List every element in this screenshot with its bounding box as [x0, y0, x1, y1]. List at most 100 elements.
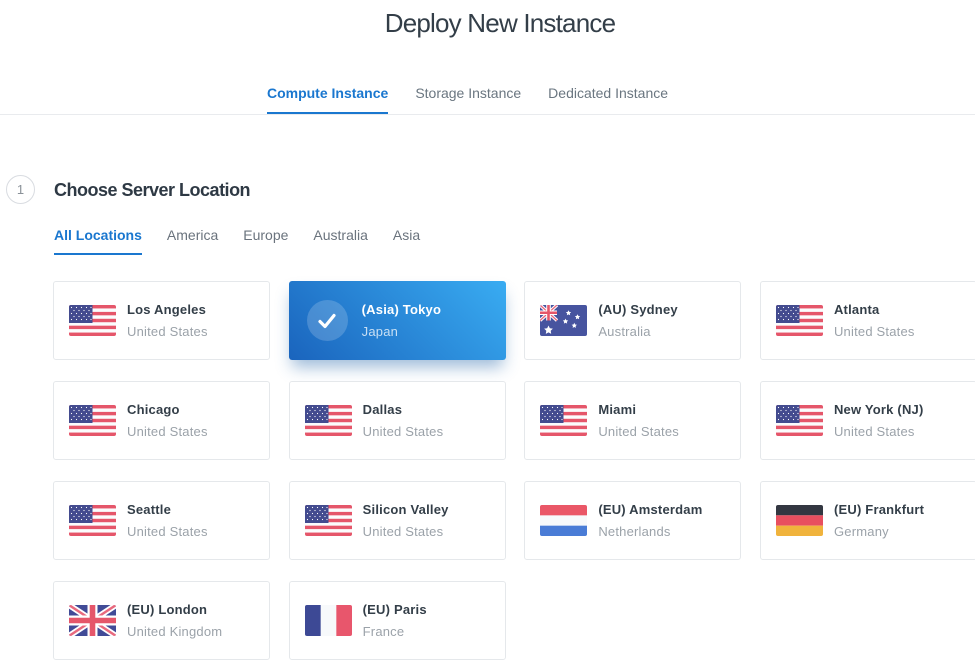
location-country: United States	[598, 424, 679, 440]
location-tab-asia[interactable]: Asia	[393, 228, 420, 255]
location-icon-slot	[69, 305, 116, 336]
location-text: Los Angeles United States	[127, 302, 208, 340]
location-card-dallas[interactable]: Dallas United States	[289, 381, 506, 460]
location-text: Chicago United States	[127, 402, 208, 440]
location-city: (EU) Frankfurt	[834, 502, 924, 518]
server-location-grid: Los Angeles United States (Asia) Tokyo J…	[53, 281, 975, 660]
tabs-divider	[0, 114, 975, 115]
location-country: United States	[127, 424, 208, 440]
location-tab-australia[interactable]: Australia	[313, 228, 367, 255]
location-icon-slot	[540, 405, 587, 436]
location-city: Chicago	[127, 402, 208, 418]
location-city: Los Angeles	[127, 302, 208, 318]
location-text: Dallas United States	[363, 402, 444, 440]
location-country: United States	[834, 424, 924, 440]
location-text: (AU) Sydney Australia	[598, 302, 678, 340]
flag-us-icon	[776, 405, 823, 436]
deploy-new-instance-page: Deploy New Instance Compute Instance Stor…	[0, 0, 975, 669]
location-icon-slot	[540, 305, 587, 336]
location-card-silicon-valley[interactable]: Silicon Valley United States	[289, 481, 506, 560]
location-card-seattle[interactable]: Seattle United States	[53, 481, 270, 560]
flag-au-icon	[540, 305, 587, 336]
location-card-los-angeles[interactable]: Los Angeles United States	[53, 281, 270, 360]
step-title: Choose Server Location	[54, 181, 250, 200]
location-country: United States	[363, 524, 449, 540]
location-tab-america[interactable]: America	[167, 228, 218, 255]
instance-type-tabs: Compute Instance Storage Instance Dedicate…	[0, 86, 955, 114]
checkmark-icon	[315, 309, 339, 333]
location-city: Atlanta	[834, 302, 915, 318]
tab-compute-instance[interactable]: Compute Instance	[267, 86, 388, 114]
location-city: (AU) Sydney	[598, 302, 678, 318]
location-country: United States	[834, 324, 915, 340]
location-icon-slot	[540, 505, 587, 536]
flag-us-icon	[776, 305, 823, 336]
location-text: (EU) London United Kingdom	[127, 602, 222, 640]
location-card-chicago[interactable]: Chicago United States	[53, 381, 270, 460]
flag-us-icon	[69, 405, 116, 436]
location-icon-slot	[305, 405, 352, 436]
location-text: (EU) Paris France	[363, 602, 427, 640]
location-country: United States	[363, 424, 444, 440]
location-card-asia-tokyo[interactable]: (Asia) Tokyo Japan	[289, 281, 506, 360]
location-city: (EU) Amsterdam	[598, 502, 702, 518]
location-tab-all-locations[interactable]: All Locations	[54, 228, 142, 255]
location-icon-slot	[69, 505, 116, 536]
flag-nl-icon	[540, 505, 587, 536]
flag-us-icon	[69, 305, 116, 336]
location-country: United States	[127, 324, 208, 340]
tab-storage-instance[interactable]: Storage Instance	[415, 86, 521, 114]
flag-de-icon	[776, 505, 823, 536]
location-country: United Kingdom	[127, 624, 222, 640]
location-city: (EU) London	[127, 602, 222, 618]
flag-gb-icon	[69, 605, 116, 636]
location-city: Dallas	[363, 402, 444, 418]
location-text: Seattle United States	[127, 502, 208, 540]
location-text: (EU) Amsterdam Netherlands	[598, 502, 702, 540]
flag-us-icon	[540, 405, 587, 436]
location-text: Miami United States	[598, 402, 679, 440]
location-icon-slot	[69, 405, 116, 436]
location-country: France	[363, 624, 427, 640]
location-icon-slot	[305, 605, 352, 636]
location-icon-slot	[776, 305, 823, 336]
location-city: Miami	[598, 402, 679, 418]
location-card-eu-frankfurt[interactable]: (EU) Frankfurt Germany	[760, 481, 975, 560]
selected-check-circle	[307, 300, 348, 341]
location-city: (EU) Paris	[363, 602, 427, 618]
location-icon-slot	[305, 505, 352, 536]
location-card-eu-london[interactable]: (EU) London United Kingdom	[53, 581, 270, 660]
location-text: (Asia) Tokyo Japan	[362, 302, 441, 340]
page-title: Deploy New Instance	[25, 8, 975, 39]
flag-us-icon	[305, 405, 352, 436]
location-text: New York (NJ) United States	[834, 402, 924, 440]
step-number-badge: 1	[6, 175, 35, 204]
location-text: Silicon Valley United States	[363, 502, 449, 540]
location-tab-europe[interactable]: Europe	[243, 228, 288, 255]
location-text: Atlanta United States	[834, 302, 915, 340]
location-icon-slot	[304, 300, 351, 341]
location-card-new-york-nj[interactable]: New York (NJ) United States	[760, 381, 975, 460]
location-card-eu-paris[interactable]: (EU) Paris France	[289, 581, 506, 660]
flag-us-icon	[69, 505, 116, 536]
tab-dedicated-instance[interactable]: Dedicated Instance	[548, 86, 668, 114]
location-card-atlanta[interactable]: Atlanta United States	[760, 281, 975, 360]
location-country: Germany	[834, 524, 924, 540]
location-city: Seattle	[127, 502, 208, 518]
location-city: (Asia) Tokyo	[362, 302, 441, 318]
location-city: New York (NJ)	[834, 402, 924, 418]
flag-fr-icon	[305, 605, 352, 636]
location-icon-slot	[69, 605, 116, 636]
location-country: Australia	[598, 324, 678, 340]
location-country: Japan	[362, 324, 441, 340]
location-city: Silicon Valley	[363, 502, 449, 518]
flag-us-icon	[305, 505, 352, 536]
location-card-miami[interactable]: Miami United States	[524, 381, 741, 460]
location-country: United States	[127, 524, 208, 540]
location-icon-slot	[776, 505, 823, 536]
location-card-eu-amsterdam[interactable]: (EU) Amsterdam Netherlands	[524, 481, 741, 560]
location-icon-slot	[776, 405, 823, 436]
location-text: (EU) Frankfurt Germany	[834, 502, 924, 540]
location-card-au-sydney[interactable]: (AU) Sydney Australia	[524, 281, 741, 360]
location-filter-tabs: All Locations America Europe Australia Asia	[54, 228, 420, 255]
